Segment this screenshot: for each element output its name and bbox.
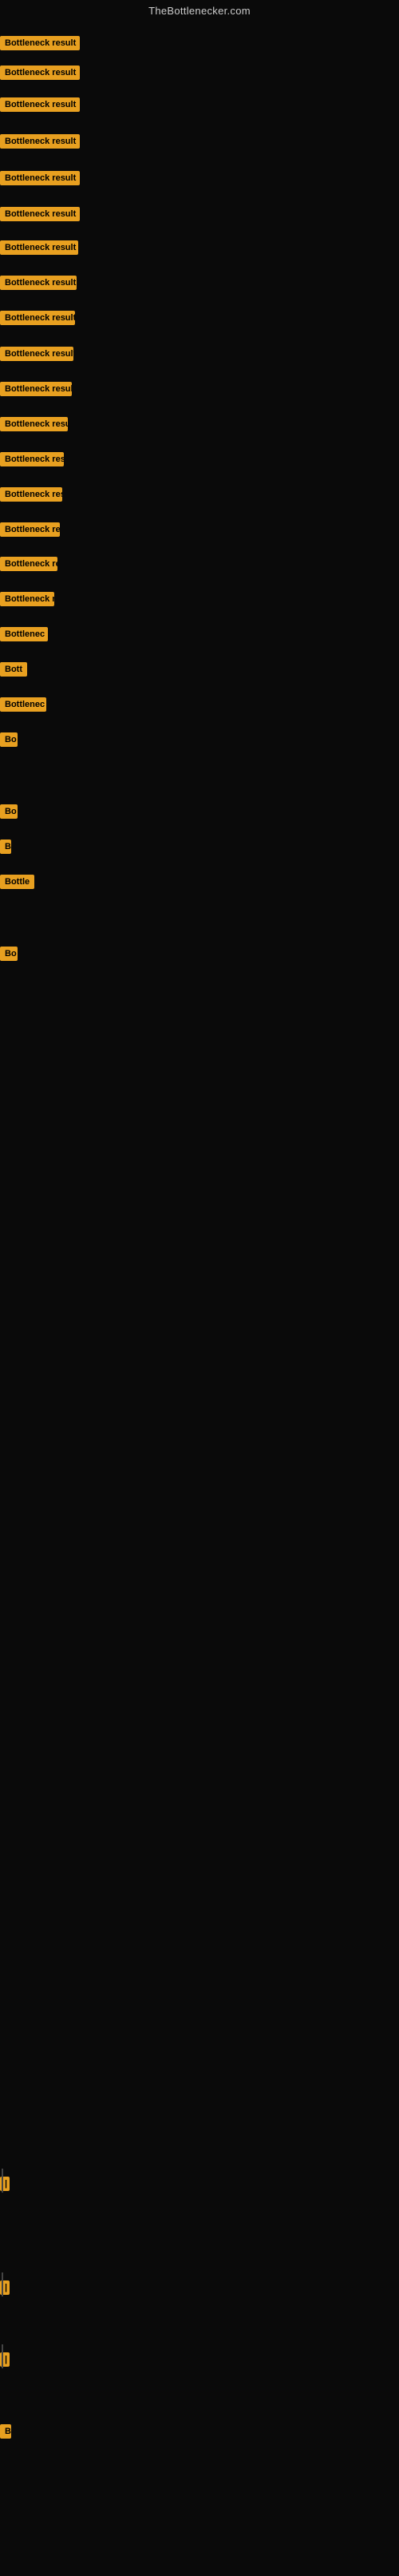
bottleneck-result-badge[interactable]: B: [0, 2424, 11, 2439]
badge-row-9: Bottleneck result: [0, 311, 75, 329]
badge-row-1: Bottleneck result: [0, 36, 80, 54]
bottleneck-result-badge[interactable]: Bottleneck res: [0, 487, 62, 502]
badge-row-18: Bottlenec: [0, 627, 48, 645]
badge-row-21: Bo: [0, 732, 18, 751]
bottleneck-result-badge[interactable]: Bottleneck res: [0, 452, 64, 466]
badge-row-10: Bottleneck result: [0, 347, 73, 365]
bottleneck-result-badge[interactable]: Bottleneck resu: [0, 417, 68, 431]
badge-row-11: Bottleneck result: [0, 382, 72, 400]
badge-row-29: B: [0, 2424, 11, 2443]
badge-row-25: Bo: [0, 947, 18, 965]
badge-row-14: Bottleneck res: [0, 487, 62, 506]
bottleneck-result-badge[interactable]: Bottleneck result: [0, 311, 75, 325]
bottleneck-result-badge[interactable]: Bo: [0, 947, 18, 961]
bottleneck-result-badge[interactable]: Bottle: [0, 875, 34, 889]
vertical-line-1: [2, 2272, 3, 2296]
bottleneck-result-badge[interactable]: Bottleneck re: [0, 592, 54, 606]
bottleneck-result-badge[interactable]: Bo: [0, 732, 18, 747]
bottleneck-result-badge[interactable]: Bottleneck res: [0, 557, 57, 571]
badge-row-4: Bottleneck result: [0, 134, 80, 153]
bottleneck-result-badge[interactable]: Bottleneck result: [0, 97, 80, 112]
bottleneck-result-badge[interactable]: Bottleneck result: [0, 276, 77, 290]
badge-row-5: Bottleneck result: [0, 171, 80, 189]
badge-row-6: Bottleneck result: [0, 207, 80, 225]
badge-row-2: Bottleneck result: [0, 65, 80, 84]
badge-row-23: B: [0, 839, 11, 858]
bottleneck-result-badge[interactable]: Bo: [0, 804, 18, 819]
bottleneck-result-badge[interactable]: B: [0, 839, 11, 854]
bottleneck-result-badge[interactable]: Bottleneck result: [0, 240, 78, 255]
badge-row-22: Bo: [0, 804, 18, 823]
badge-row-15: Bottleneck res: [0, 522, 60, 541]
badge-row-20: Bottlenec: [0, 697, 46, 716]
badge-row-13: Bottleneck res: [0, 452, 64, 470]
bottleneck-result-badge[interactable]: Bott: [0, 662, 27, 677]
bottleneck-result-badge[interactable]: Bottleneck result: [0, 347, 73, 361]
bottleneck-result-badge[interactable]: Bottleneck result: [0, 171, 80, 185]
bottleneck-result-badge[interactable]: Bottlenec: [0, 697, 46, 712]
badge-row-17: Bottleneck re: [0, 592, 54, 610]
badge-row-19: Bott: [0, 662, 27, 681]
badge-row-24: Bottle: [0, 875, 34, 893]
bottleneck-result-badge[interactable]: Bottleneck result: [0, 65, 80, 80]
bottleneck-result-badge[interactable]: Bottleneck result: [0, 36, 80, 50]
vertical-line-0: [2, 2169, 3, 2193]
badge-row-7: Bottleneck result: [0, 240, 78, 259]
badge-row-8: Bottleneck result: [0, 276, 77, 294]
site-title: TheBottlenecker.com: [0, 0, 399, 20]
bottleneck-result-badge[interactable]: Bottleneck result: [0, 207, 80, 221]
badge-row-16: Bottleneck res: [0, 557, 57, 575]
bottleneck-result-badge[interactable]: Bottleneck result: [0, 134, 80, 149]
bottleneck-result-badge[interactable]: Bottleneck res: [0, 522, 60, 537]
bottleneck-result-badge[interactable]: Bottlenec: [0, 627, 48, 641]
vertical-line-2: [2, 2344, 3, 2368]
badge-row-12: Bottleneck resu: [0, 417, 68, 435]
bottleneck-result-badge[interactable]: Bottleneck result: [0, 382, 72, 396]
badge-row-3: Bottleneck result: [0, 97, 80, 116]
